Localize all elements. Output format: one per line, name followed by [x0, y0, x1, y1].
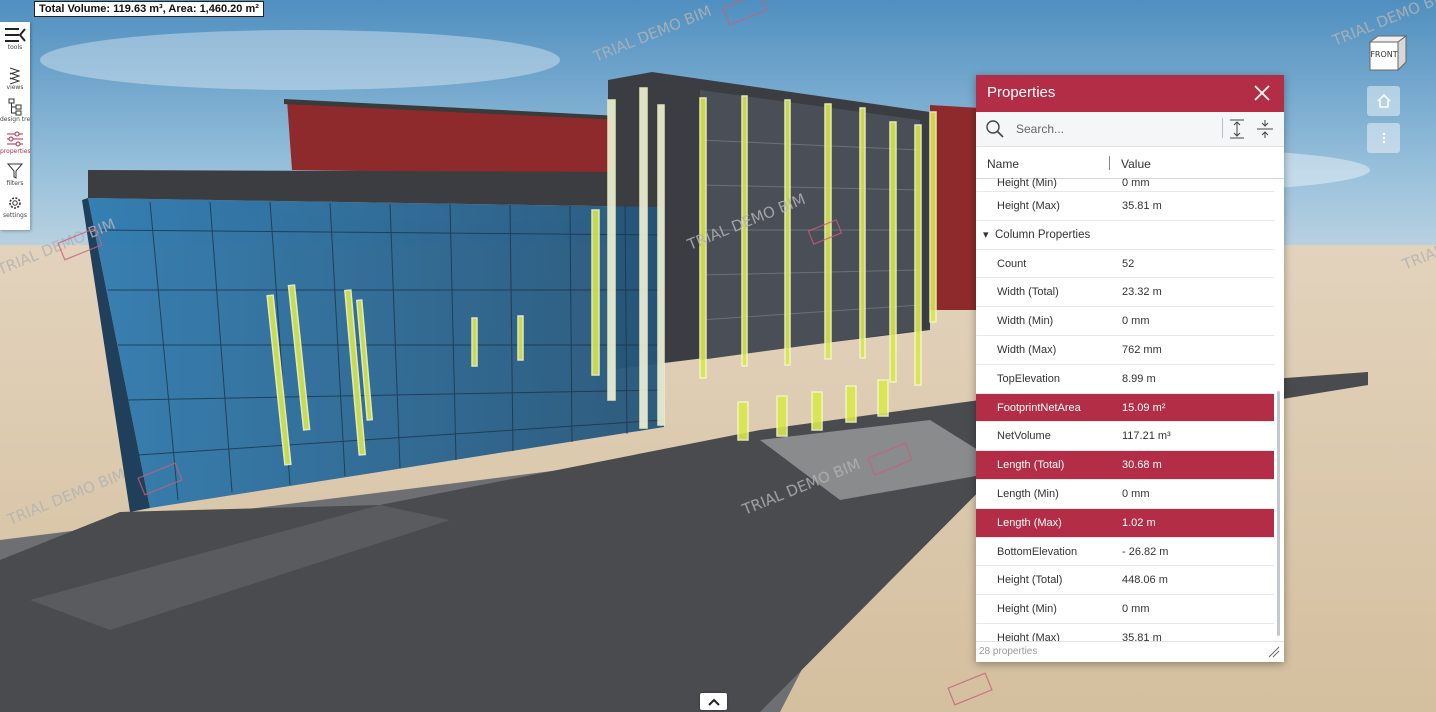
- column-resizer[interactable]: [1109, 156, 1110, 170]
- property-row[interactable]: Count 52: [976, 250, 1274, 279]
- panel-header: Properties: [976, 75, 1284, 112]
- property-name: FootprintNetArea: [997, 401, 1081, 414]
- property-name: Height (Total): [997, 574, 1063, 587]
- property-name: BottomElevation: [997, 545, 1078, 558]
- caret-down-icon[interactable]: ▾: [983, 228, 989, 241]
- toolbar-label-design-tree: design tree: [0, 116, 30, 123]
- property-value: 0 mm: [1122, 487, 1150, 500]
- property-row[interactable]: Width (Min) 0 mm: [976, 307, 1274, 336]
- property-name: Length (Max): [997, 516, 1062, 529]
- property-group-row[interactable]: ▾ Column Properties: [976, 221, 1274, 250]
- home-view-button[interactable]: [1367, 86, 1400, 116]
- property-row[interactable]: Height (Min) 0 mm: [976, 595, 1274, 624]
- close-icon[interactable]: [1252, 83, 1272, 103]
- property-name: Width (Min): [997, 315, 1054, 328]
- property-row[interactable]: Width (Total) 23.32 m: [976, 278, 1274, 308]
- property-value: 0 mm: [1122, 178, 1150, 189]
- home-icon: [1376, 93, 1391, 108]
- property-name: Count: [997, 257, 1027, 270]
- property-name: Length (Min): [997, 487, 1059, 500]
- properties-list: Height (Min) 0 mm Height (Max) 35.81 m ▾ Col…: [976, 178, 1274, 642]
- property-name: Width (Max): [997, 343, 1057, 356]
- property-value: 30.68 m: [1122, 459, 1162, 472]
- group-label: Column Properties: [995, 228, 1091, 241]
- property-value: 52: [1122, 257, 1135, 270]
- navigation-cube[interactable]: FRONT: [1366, 32, 1408, 74]
- gear-icon: [9, 197, 21, 209]
- property-value: 117.21 m³: [1122, 430, 1171, 443]
- more-vertical-icon: [1382, 132, 1385, 144]
- toolbar-label-settings: settings: [3, 212, 27, 219]
- column-header-value[interactable]: Value: [1121, 157, 1151, 171]
- property-row[interactable]: FootprintNetArea 15.09 m²: [976, 393, 1274, 423]
- toolbar-item-tools[interactable]: tools: [0, 26, 30, 51]
- property-name: Height (Min): [997, 178, 1057, 189]
- property-row[interactable]: Width (Max) 762 mm: [976, 336, 1274, 365]
- toolbar-item-filters[interactable]: filters: [0, 162, 30, 187]
- panel-title: Properties: [987, 84, 1056, 101]
- property-name: Width (Total): [997, 286, 1059, 299]
- more-options-button[interactable]: [1367, 123, 1400, 153]
- toolbar-divider: [1222, 118, 1223, 138]
- property-row[interactable]: Height (Min) 0 mm: [976, 178, 1274, 192]
- resize-handle-icon[interactable]: [1268, 646, 1280, 658]
- property-value: 0 mm: [1122, 603, 1150, 616]
- tree-icon: [8, 98, 22, 116]
- toolbar-label-views: views: [6, 84, 24, 91]
- property-value: 448.06 m: [1122, 574, 1168, 587]
- property-row[interactable]: TopElevation 8.99 m: [976, 365, 1274, 394]
- property-row[interactable]: Length (Max) 1.02 m: [976, 508, 1274, 538]
- property-row[interactable]: Length (Min) 0 mm: [976, 480, 1274, 509]
- property-name: Height (Min): [997, 603, 1057, 616]
- property-row[interactable]: Height (Total) 448.06 m: [976, 566, 1274, 596]
- expand-all-icon[interactable]: [1228, 119, 1246, 139]
- property-value: 762 mm: [1122, 343, 1162, 356]
- property-name: Length (Total): [997, 459, 1065, 472]
- property-value: 35.81 m: [1122, 200, 1162, 212]
- property-name: TopElevation: [997, 372, 1060, 385]
- measurement-summary: Total Volume: 119.63 m³, Area: 1,460.20 …: [34, 1, 264, 17]
- collapse-all-icon[interactable]: [1256, 119, 1274, 139]
- property-value: 0 mm: [1122, 315, 1150, 328]
- search-icon: [986, 120, 1004, 138]
- property-row[interactable]: BottomElevation - 26.82 m: [976, 538, 1274, 567]
- properties-panel: Properties Name Value: [976, 75, 1284, 662]
- toolbar-label-tools: tools: [7, 44, 23, 51]
- layers-icon: [9, 67, 21, 84]
- toolbar-item-design-tree[interactable]: design tree: [0, 98, 30, 123]
- toolbar-item-views[interactable]: views: [0, 66, 30, 91]
- search-input[interactable]: [1014, 119, 1218, 139]
- property-value: 15.09 m²: [1122, 401, 1166, 414]
- property-value: 23.32 m: [1122, 286, 1162, 299]
- menu-collapse-icon: [5, 28, 26, 42]
- left-toolbar: tools views design tree properties: [0, 22, 30, 230]
- property-row[interactable]: NetVolume 117.21 m³: [976, 422, 1274, 452]
- panel-footer: 28 properties: [976, 641, 1284, 662]
- toolbar-label-properties: properties: [0, 148, 30, 155]
- property-value: 8.99 m: [1122, 372, 1156, 385]
- svg-text:FRONT: FRONT: [1370, 50, 1397, 59]
- column-header-name[interactable]: Name: [987, 157, 1019, 171]
- toolbar-label-filters: filters: [6, 180, 24, 187]
- table-header: Name Value: [976, 147, 1284, 179]
- chevron-up-icon: [707, 698, 720, 706]
- search-bar: [976, 112, 1284, 147]
- property-name: NetVolume: [997, 430, 1051, 443]
- toolbar-item-properties[interactable]: properties: [0, 130, 30, 155]
- filter-icon: [6, 163, 24, 179]
- property-row[interactable]: Length (Total) 30.68 m: [976, 451, 1274, 480]
- bottom-panel-toggle[interactable]: [700, 693, 727, 710]
- scrollbar[interactable]: [1277, 391, 1280, 636]
- property-name: Height (Max): [997, 200, 1060, 212]
- sliders-icon: [7, 131, 23, 147]
- toolbar-item-settings[interactable]: settings: [0, 194, 30, 219]
- property-value: 1.02 m: [1122, 516, 1156, 529]
- property-row[interactable]: Height (Max) 35.81 m: [976, 192, 1274, 221]
- property-count: 28 properties: [979, 646, 1038, 657]
- property-row[interactable]: Height (Max) 35.81 m: [976, 624, 1274, 642]
- property-value: - 26.82 m: [1122, 545, 1169, 558]
